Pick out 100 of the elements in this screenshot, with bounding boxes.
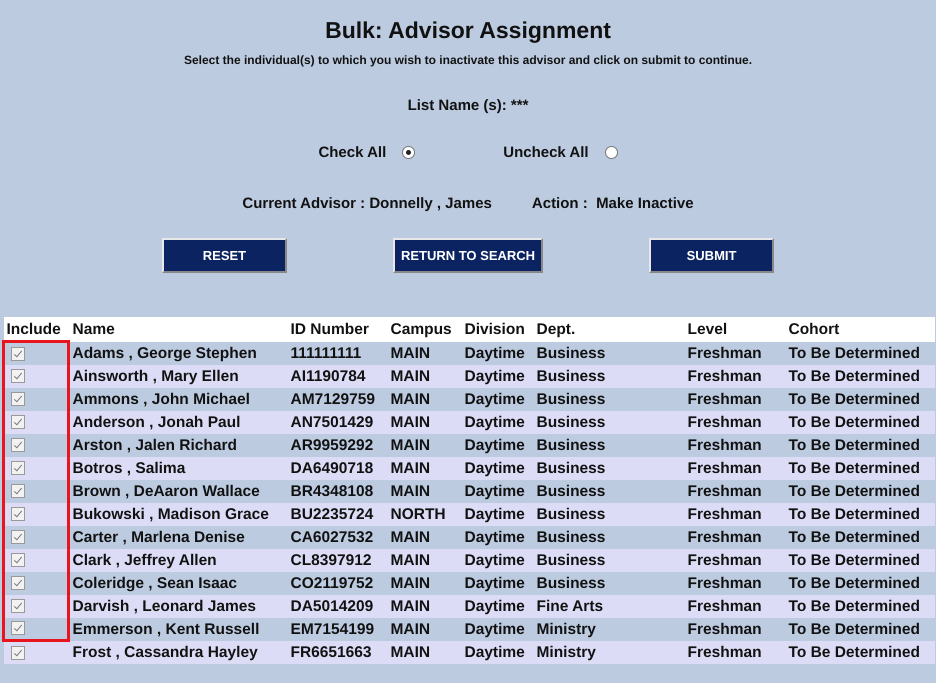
table-cell: Business bbox=[534, 456, 684, 480]
table-cell: Freshman bbox=[684, 434, 786, 456]
submit-button[interactable]: SUBMIT bbox=[649, 238, 774, 273]
checkbox[interactable] bbox=[11, 368, 25, 383]
table-cell: To Be Determined bbox=[786, 572, 934, 594]
table-cell: MAIN bbox=[388, 388, 462, 410]
table-cell: MAIN bbox=[388, 364, 462, 388]
column-header: Cohort bbox=[786, 317, 934, 342]
table-cell: Frost , Cassandra Hayley bbox=[70, 640, 288, 664]
table-cell: To Be Determined bbox=[786, 388, 934, 410]
table-cell: Freshman bbox=[684, 640, 786, 664]
table-cell: Business bbox=[534, 342, 684, 364]
table-cell: Brown , DeAaron Wallace bbox=[70, 480, 288, 502]
table-cell: MAIN bbox=[388, 618, 462, 640]
table-cell: DA5014209 bbox=[288, 594, 388, 618]
checkbox[interactable] bbox=[11, 598, 25, 613]
table-cell: Darvish , Leonard James bbox=[70, 594, 288, 618]
checkbox[interactable] bbox=[11, 414, 25, 429]
table-cell: Daytime bbox=[462, 434, 534, 456]
column-header: Dept. bbox=[534, 317, 684, 342]
table-cell: MAIN bbox=[388, 572, 462, 594]
checkbox[interactable] bbox=[11, 552, 25, 567]
table-cell: DA6490718 bbox=[288, 456, 388, 480]
checkbox[interactable] bbox=[11, 576, 25, 590]
table-cell: To Be Determined bbox=[786, 456, 934, 480]
table-cell: 111111111 bbox=[288, 342, 388, 364]
radio-label: Check All bbox=[318, 144, 386, 161]
table-cell: To Be Determined bbox=[786, 526, 934, 548]
list-name-text: List Name (s): *** bbox=[408, 97, 528, 114]
checkbox[interactable] bbox=[11, 646, 25, 660]
radio-label: Uncheck All bbox=[503, 144, 589, 161]
table-cell: Business bbox=[534, 548, 684, 572]
table-cell: To Be Determined bbox=[786, 434, 934, 456]
reset-button[interactable]: RESET bbox=[162, 238, 287, 273]
checkbox[interactable] bbox=[11, 506, 25, 521]
table-cell: Ammons , John Michael bbox=[70, 388, 288, 410]
checkbox[interactable] bbox=[11, 460, 25, 475]
table-cell: Freshman bbox=[684, 548, 786, 572]
table-cell: Adams , George Stephen bbox=[70, 342, 288, 364]
return-button[interactable]: RETURN TO SEARCH bbox=[392, 238, 544, 273]
table-cell: Freshman bbox=[684, 618, 786, 640]
table-cell: Ministry bbox=[534, 640, 684, 664]
table-cell: Daytime bbox=[462, 548, 534, 572]
table-cell: Arston , Jalen Richard bbox=[70, 434, 288, 456]
table-cell: MAIN bbox=[388, 594, 462, 618]
column-header: Include bbox=[4, 317, 70, 342]
table-cell: To Be Determined bbox=[786, 342, 934, 364]
table-cell: To Be Determined bbox=[786, 502, 934, 526]
checkbox[interactable] bbox=[11, 438, 25, 452]
table-cell: Daytime bbox=[462, 456, 534, 480]
table-cell: Daytime bbox=[462, 342, 534, 364]
page-title: Bulk: Advisor Assignment bbox=[325, 16, 611, 44]
table-cell: Ministry bbox=[534, 618, 684, 640]
table-cell: CA6027532 bbox=[288, 526, 388, 548]
table-cell: Business bbox=[534, 364, 684, 388]
table-cell: MAIN bbox=[388, 480, 462, 502]
checkbox[interactable] bbox=[11, 392, 25, 406]
instructions-text: Select the individual(s) to which you wish to inactivate this advisor and click on submit to continue. bbox=[184, 53, 752, 67]
table-cell: MAIN bbox=[388, 434, 462, 456]
table-cell: Freshman bbox=[684, 410, 786, 434]
table-cell: To Be Determined bbox=[786, 480, 934, 502]
table-cell: Freshman bbox=[684, 364, 786, 388]
table-cell: Daytime bbox=[462, 364, 534, 388]
column-header: Level bbox=[684, 317, 786, 342]
table-cell: Freshman bbox=[684, 388, 786, 410]
radio-button[interactable] bbox=[604, 146, 618, 159]
table-cell: CO2119752 bbox=[288, 572, 388, 594]
current-advisor-text: Current Advisor : Donnelly , James bbox=[242, 195, 492, 212]
table-cell: CL8397912 bbox=[288, 548, 388, 572]
table-cell: Daytime bbox=[462, 410, 534, 434]
table-cell: Business bbox=[534, 572, 684, 594]
table-cell: Botros , Salima bbox=[70, 456, 288, 480]
table-cell: Business bbox=[534, 410, 684, 434]
column-header: Campus bbox=[388, 317, 462, 342]
table-cell: To Be Determined bbox=[786, 410, 934, 434]
table-cell: To Be Determined bbox=[786, 364, 934, 388]
table-cell: Business bbox=[534, 502, 684, 526]
column-header: ID Number bbox=[288, 317, 388, 342]
table-cell: AN7501429 bbox=[288, 410, 388, 434]
checkbox[interactable] bbox=[11, 346, 25, 361]
table-cell: Freshman bbox=[684, 572, 786, 594]
radio-button[interactable] bbox=[402, 146, 416, 159]
table-cell: To Be Determined bbox=[786, 618, 934, 640]
checkbox[interactable] bbox=[11, 621, 25, 636]
table-cell: Daytime bbox=[462, 480, 534, 502]
table-cell: AM7129759 bbox=[288, 388, 388, 410]
table-cell: Clark , Jeffrey Allen bbox=[70, 548, 288, 572]
checkbox[interactable] bbox=[11, 530, 25, 544]
table-cell: Fine Arts bbox=[534, 594, 684, 618]
table-cell: Business bbox=[534, 526, 684, 548]
table-cell: Daytime bbox=[462, 618, 534, 640]
table-cell: FR6651663 bbox=[288, 640, 388, 664]
table-cell: Daytime bbox=[462, 388, 534, 410]
table-cell: Bukowski , Madison Grace bbox=[70, 502, 288, 526]
checkbox[interactable] bbox=[11, 484, 25, 498]
table-cell: AR9959292 bbox=[288, 434, 388, 456]
table-cell: MAIN bbox=[388, 526, 462, 548]
table-cell: NORTH bbox=[388, 502, 462, 526]
table-cell: Freshman bbox=[684, 594, 786, 618]
table-cell: Emmerson , Kent Russell bbox=[70, 618, 288, 640]
